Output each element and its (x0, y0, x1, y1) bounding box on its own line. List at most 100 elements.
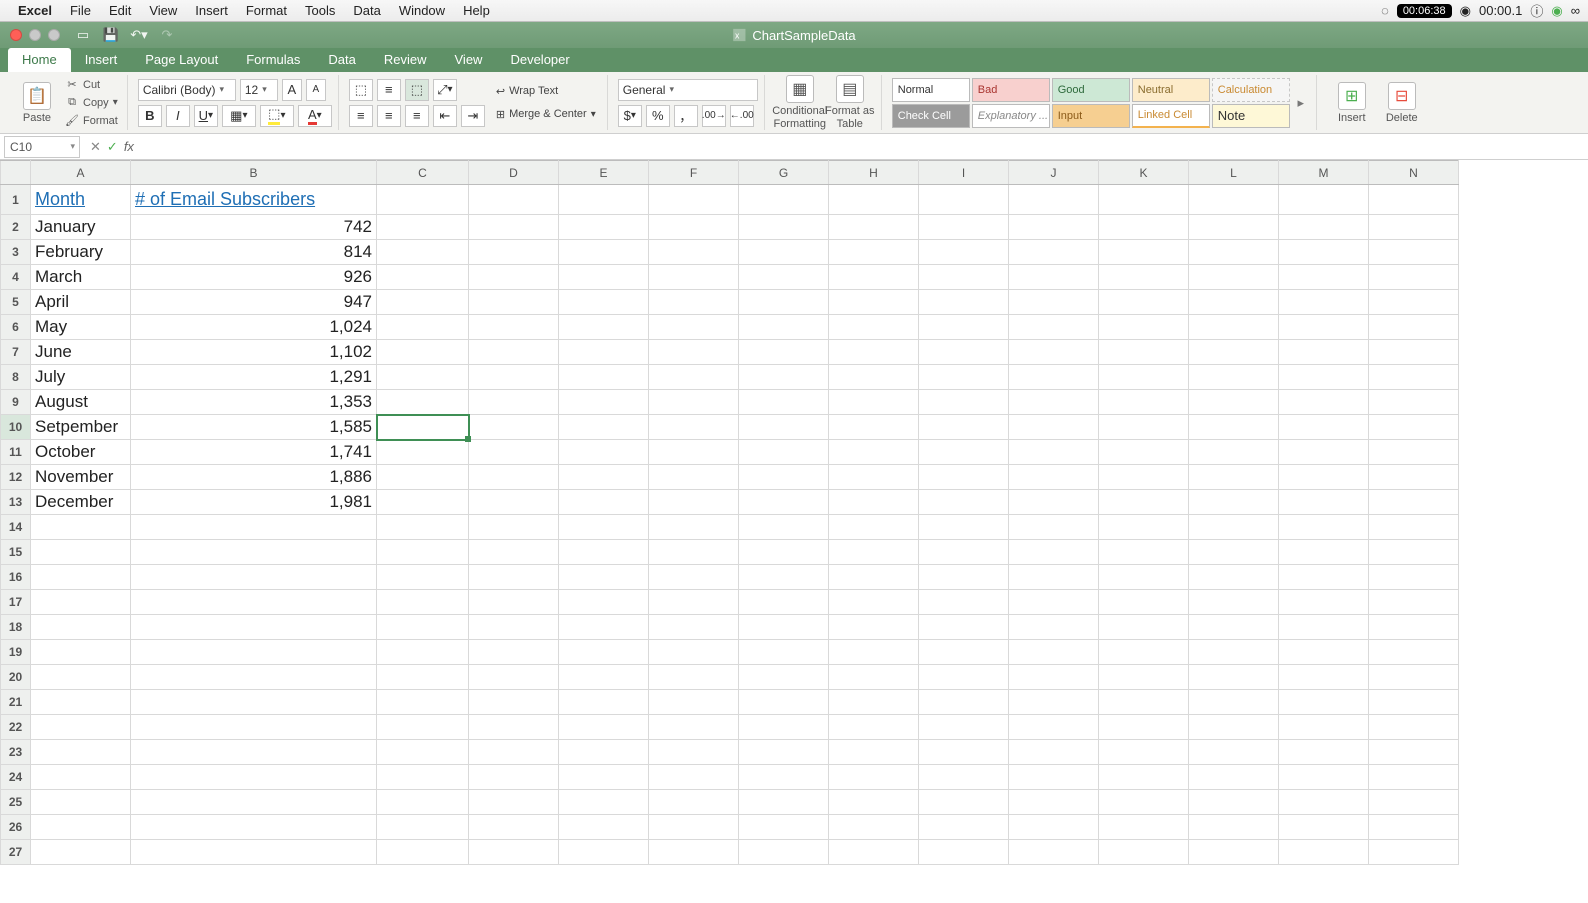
cell-J23[interactable] (1009, 740, 1099, 765)
align-center-button[interactable]: ≡ (377, 105, 401, 127)
cell-A7[interactable]: June (31, 340, 131, 365)
row-header-5[interactable]: 5 (1, 290, 31, 315)
menu-view[interactable]: View (149, 3, 177, 18)
cell-E27[interactable] (559, 840, 649, 865)
cell-K27[interactable] (1099, 840, 1189, 865)
menu-app[interactable]: Excel (18, 3, 52, 18)
copy-button[interactable]: ⧉Copy▾ (62, 95, 121, 111)
cell-K14[interactable] (1099, 515, 1189, 540)
cell-K21[interactable] (1099, 690, 1189, 715)
cell-C21[interactable] (377, 690, 469, 715)
cell-H3[interactable] (829, 240, 919, 265)
cell-F15[interactable] (649, 540, 739, 565)
cell-K17[interactable] (1099, 590, 1189, 615)
cell-L23[interactable] (1189, 740, 1279, 765)
cell-E11[interactable] (559, 440, 649, 465)
cell-K3[interactable] (1099, 240, 1189, 265)
tab-view[interactable]: View (441, 48, 497, 72)
menu-tools[interactable]: Tools (305, 3, 335, 18)
cell-I20[interactable] (919, 665, 1009, 690)
cell-E13[interactable] (559, 490, 649, 515)
cell-E7[interactable] (559, 340, 649, 365)
cell-F20[interactable] (649, 665, 739, 690)
enter-formula-icon[interactable]: ✓ (107, 139, 118, 155)
cell-B10[interactable]: 1,585 (131, 415, 377, 440)
cell-I8[interactable] (919, 365, 1009, 390)
spreadsheet-grid[interactable]: ABCDEFGHIJKLMN 1Month# of Email Subscrib… (0, 160, 1588, 903)
style-note[interactable]: Note (1212, 104, 1290, 128)
close-window[interactable] (10, 29, 22, 41)
cell-D18[interactable] (469, 615, 559, 640)
cell-J12[interactable] (1009, 465, 1099, 490)
cell-F8[interactable] (649, 365, 739, 390)
cell-B5[interactable]: 947 (131, 290, 377, 315)
cell-I2[interactable] (919, 215, 1009, 240)
cell-M4[interactable] (1279, 265, 1369, 290)
cell-M9[interactable] (1279, 390, 1369, 415)
cell-C20[interactable] (377, 665, 469, 690)
cell-H21[interactable] (829, 690, 919, 715)
cell-N20[interactable] (1369, 665, 1459, 690)
cell-F27[interactable] (649, 840, 739, 865)
cell-D22[interactable] (469, 715, 559, 740)
cell-D1[interactable] (469, 185, 559, 215)
font-name-select[interactable]: Calibri (Body)▾ (138, 79, 236, 101)
cell-A16[interactable] (31, 565, 131, 590)
cell-K24[interactable] (1099, 765, 1189, 790)
cell-G20[interactable] (739, 665, 829, 690)
style-neutral[interactable]: Neutral (1132, 78, 1210, 102)
cell-G2[interactable] (739, 215, 829, 240)
cell-I7[interactable] (919, 340, 1009, 365)
cell-E24[interactable] (559, 765, 649, 790)
cell-F5[interactable] (649, 290, 739, 315)
cell-A20[interactable] (31, 665, 131, 690)
align-right-button[interactable]: ≡ (405, 105, 429, 127)
cell-E1[interactable] (559, 185, 649, 215)
cell-M16[interactable] (1279, 565, 1369, 590)
cell-I16[interactable] (919, 565, 1009, 590)
cell-H13[interactable] (829, 490, 919, 515)
fill-handle[interactable] (465, 436, 471, 442)
row-header-20[interactable]: 20 (1, 665, 31, 690)
cell-A25[interactable] (31, 790, 131, 815)
cell-H24[interactable] (829, 765, 919, 790)
cell-D9[interactable] (469, 390, 559, 415)
cell-N26[interactable] (1369, 815, 1459, 840)
row-header-10[interactable]: 10 (1, 415, 31, 440)
cell-F25[interactable] (649, 790, 739, 815)
cell-E23[interactable] (559, 740, 649, 765)
cell-G10[interactable] (739, 415, 829, 440)
menu-help[interactable]: Help (463, 3, 490, 18)
cell-G3[interactable] (739, 240, 829, 265)
cell-A22[interactable] (31, 715, 131, 740)
cell-F11[interactable] (649, 440, 739, 465)
cell-D17[interactable] (469, 590, 559, 615)
cancel-formula-icon[interactable]: ✕ (90, 139, 101, 155)
cell-J6[interactable] (1009, 315, 1099, 340)
row-header-23[interactable]: 23 (1, 740, 31, 765)
align-left-button[interactable]: ≡ (349, 105, 373, 127)
cell-K25[interactable] (1099, 790, 1189, 815)
cell-M6[interactable] (1279, 315, 1369, 340)
cell-G22[interactable] (739, 715, 829, 740)
cell-N6[interactable] (1369, 315, 1459, 340)
row-header-16[interactable]: 16 (1, 565, 31, 590)
cell-I3[interactable] (919, 240, 1009, 265)
cell-A8[interactable]: July (31, 365, 131, 390)
cell-L26[interactable] (1189, 815, 1279, 840)
cell-K18[interactable] (1099, 615, 1189, 640)
menu-window[interactable]: Window (399, 3, 445, 18)
cell-E10[interactable] (559, 415, 649, 440)
cell-A9[interactable]: August (31, 390, 131, 415)
cell-B13[interactable]: 1,981 (131, 490, 377, 515)
cell-H1[interactable] (829, 185, 919, 215)
cell-F3[interactable] (649, 240, 739, 265)
cell-N3[interactable] (1369, 240, 1459, 265)
row-header-15[interactable]: 15 (1, 540, 31, 565)
cell-B25[interactable] (131, 790, 377, 815)
cell-G14[interactable] (739, 515, 829, 540)
toolbar-window-icon[interactable]: ▭ (74, 27, 92, 43)
tab-review[interactable]: Review (370, 48, 441, 72)
cell-F7[interactable] (649, 340, 739, 365)
cell-J26[interactable] (1009, 815, 1099, 840)
